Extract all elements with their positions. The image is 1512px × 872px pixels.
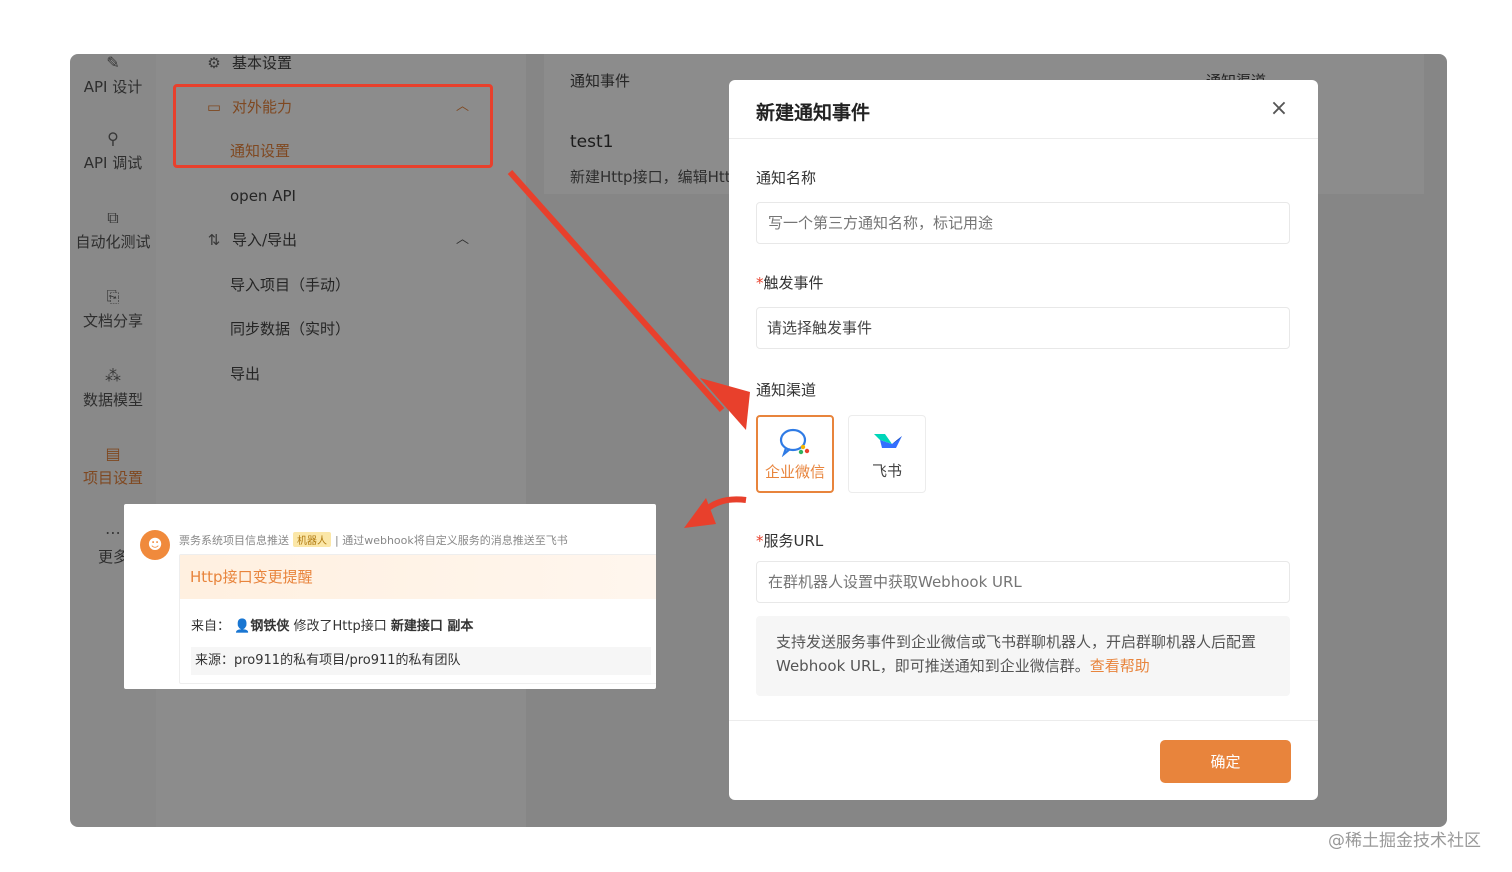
arrow-head: [700, 378, 750, 430]
arrow-line: [507, 170, 725, 412]
annotation-arrows: [507, 170, 750, 528]
screenshot-stage: ✎ API 设计 ⚲ API 调试 ⧉ 自动化测试 ⎘ 文档分享 ⁂ 数据模型 …: [0, 0, 1512, 872]
watermark: @稀土掘金技术社区: [1328, 831, 1481, 851]
